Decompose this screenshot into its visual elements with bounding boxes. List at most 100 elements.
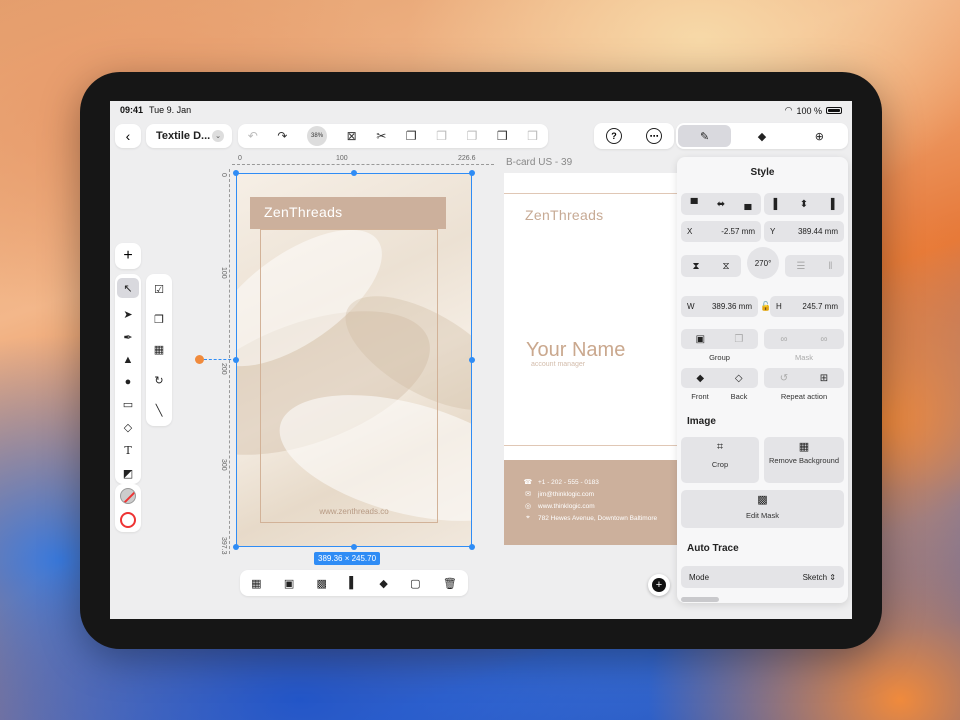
height-field[interactable]: H 245.7 mm — [770, 296, 844, 317]
w-value: 389.36 mm — [711, 302, 752, 311]
globe-icon: ◎ — [524, 503, 532, 510]
direct-select-tool-icon[interactable]: ➤ — [123, 308, 132, 321]
remove-background-button[interactable]: ▦ Remove Background — [764, 437, 844, 483]
edit-mask-button[interactable]: ▩ Edit Mask — [681, 490, 844, 528]
resize-handle[interactable] — [469, 544, 475, 550]
document-name-button[interactable]: Textile D... ⌄ — [146, 124, 232, 148]
status-right: ◠ 100 % — [785, 105, 842, 116]
tab-add-icon[interactable]: ⊕ — [793, 125, 846, 147]
selection-box[interactable] — [236, 173, 472, 547]
resize-handle[interactable] — [469, 170, 475, 176]
edit-mask-icon: ▩ — [757, 494, 768, 506]
align-center-icon[interactable]: ⬍ — [800, 199, 808, 210]
pattern-icon[interactable]: ▦ — [154, 343, 164, 356]
pencil-tool-icon[interactable]: ▲ — [123, 354, 134, 366]
send-back-icon[interactable]: ◇ — [735, 373, 743, 384]
clipboard-icon[interactable]: ☑ — [154, 283, 164, 296]
eraser-tool-icon[interactable]: ◩ — [123, 467, 133, 480]
arrange-icon[interactable]: ◆ — [379, 577, 387, 590]
crop-button[interactable]: ⌗ Crop — [681, 437, 759, 483]
location-icon: ⌖ — [526, 514, 530, 521]
group-buttons: ▣ ❐ — [681, 329, 758, 349]
shape-tool-icon[interactable]: ▭ — [123, 398, 133, 411]
tab-style-brush-icon[interactable]: ✎ — [678, 125, 732, 147]
mode-label: Mode — [689, 572, 710, 582]
resize-handle[interactable] — [351, 170, 357, 176]
replace-image-icon[interactable]: ▣ — [284, 577, 294, 590]
resize-handle[interactable] — [233, 357, 239, 363]
fill-color-swatch[interactable] — [120, 488, 136, 504]
crop-label: Crop — [711, 460, 729, 469]
distribute-vertical-icon[interactable]: ‖ — [828, 261, 832, 272]
distribute-horizontal-icon[interactable]: ☰ — [796, 261, 805, 272]
y-field[interactable]: Y 389.44 mm — [764, 221, 844, 242]
redo-icon[interactable]: ↷ — [277, 129, 287, 143]
unlink-icon[interactable]: ∞ — [820, 334, 827, 345]
mask-icon[interactable]: ▩ — [317, 577, 327, 590]
resize-handle[interactable] — [233, 544, 239, 550]
card-brand: ZenThreads — [525, 207, 604, 223]
add-tool-button[interactable]: + — [115, 243, 141, 269]
bring-front-icon[interactable]: ◆ — [696, 373, 704, 384]
ungroup-icon[interactable]: ❐ — [734, 334, 743, 345]
repeat-icon[interactable]: ↺ — [780, 373, 788, 384]
rotation-handle[interactable] — [195, 355, 204, 364]
group-label: Group — [709, 353, 730, 362]
back-button[interactable]: ‹ — [115, 124, 141, 148]
stroke-color-swatch[interactable] — [120, 512, 136, 528]
select-tool-icon[interactable]: ↖ — [117, 278, 139, 298]
brush-tool-icon[interactable]: ● — [125, 376, 132, 388]
pen-tool-icon[interactable]: ✒ — [123, 331, 132, 344]
resize-handle[interactable] — [351, 544, 357, 550]
copy-icon[interactable]: ❐ — [406, 129, 417, 143]
align-icon[interactable]: ▌ — [349, 577, 357, 589]
fill-tool-icon[interactable]: ◇ — [124, 421, 132, 434]
artboard-business-card[interactable]: ZenThreads Your Name account manager ☎ +… — [504, 173, 694, 545]
mode-select[interactable]: Mode Sketch ⇕ — [681, 566, 844, 588]
crop-icon[interactable]: ▢ — [410, 577, 420, 590]
paste-in-place-icon[interactable]: ❐ — [467, 129, 478, 143]
help-icon[interactable]: ? — [606, 128, 622, 144]
resize-handle[interactable] — [469, 357, 475, 363]
artboard-title: B-card US - 39 — [506, 157, 573, 168]
link-icon[interactable]: ∞ — [780, 334, 787, 345]
align-middle-icon[interactable]: ⬌ — [717, 199, 725, 210]
mode-value: Sketch — [802, 572, 828, 582]
flip-vertical-icon[interactable]: ⧗ — [692, 261, 699, 272]
flip-horizontal-icon[interactable]: ⧖ — [722, 261, 729, 272]
undo-icon[interactable]: ↶ — [248, 129, 258, 143]
width-field[interactable]: W 389.36 mm — [681, 296, 758, 317]
align-bottom-icon[interactable]: ▄ — [744, 199, 751, 210]
resize-handle[interactable] — [233, 170, 239, 176]
tab-layers-icon[interactable]: ◆ — [735, 125, 788, 147]
line-icon[interactable]: ╲ — [156, 404, 163, 417]
repeat-add-icon[interactable]: ⊞ — [820, 373, 828, 384]
contact-row: ⌖ 782 Hewes Avenue, Downtown Baltimore — [524, 512, 694, 524]
more-icon[interactable]: ⋯ — [646, 128, 662, 144]
panel-scrollbar[interactable] — [681, 597, 719, 602]
status-bar: 09:41 Tue 9. Jan ◠ 100 % — [110, 101, 852, 119]
rotate-icon[interactable]: ↻ — [154, 374, 163, 387]
x-field[interactable]: X -2.57 mm — [681, 221, 761, 242]
cut-icon[interactable]: ✂ — [376, 129, 386, 143]
h-value: 245.7 mm — [802, 302, 838, 311]
trash-icon[interactable]: 🗑 — [443, 577, 457, 590]
duplicate-icon[interactable]: ❐ — [154, 313, 164, 326]
tool-palette-secondary: ☑ ❐ ▦ ↻ ╲ — [146, 274, 172, 426]
add-artboard-button[interactable]: + — [648, 574, 670, 596]
zoom-indicator[interactable]: 38% — [307, 126, 328, 146]
align-top-icon[interactable]: ▀ — [691, 199, 698, 210]
text-tool-icon[interactable]: T — [124, 444, 131, 457]
align-left-icon[interactable]: ▌ — [774, 199, 781, 210]
rotation-dial[interactable]: 270° — [747, 247, 779, 279]
copy-style-icon[interactable]: ❒ — [497, 129, 508, 143]
paste-icon[interactable]: ❐ — [436, 129, 447, 143]
paste-style-icon[interactable]: ❒ — [527, 129, 538, 143]
checker-icon[interactable]: ▦ — [251, 577, 261, 590]
deselect-icon[interactable]: ⊠ — [347, 129, 357, 143]
divider — [504, 445, 694, 446]
style-panel: Style ▀ ⬌ ▄ ▌ ⬍ ▐ X -2.57 mm Y 389.44 mm… — [677, 157, 848, 603]
align-right-icon[interactable]: ▐ — [827, 199, 834, 210]
group-icon[interactable]: ▣ — [696, 334, 705, 345]
card-role: account manager — [531, 361, 586, 368]
